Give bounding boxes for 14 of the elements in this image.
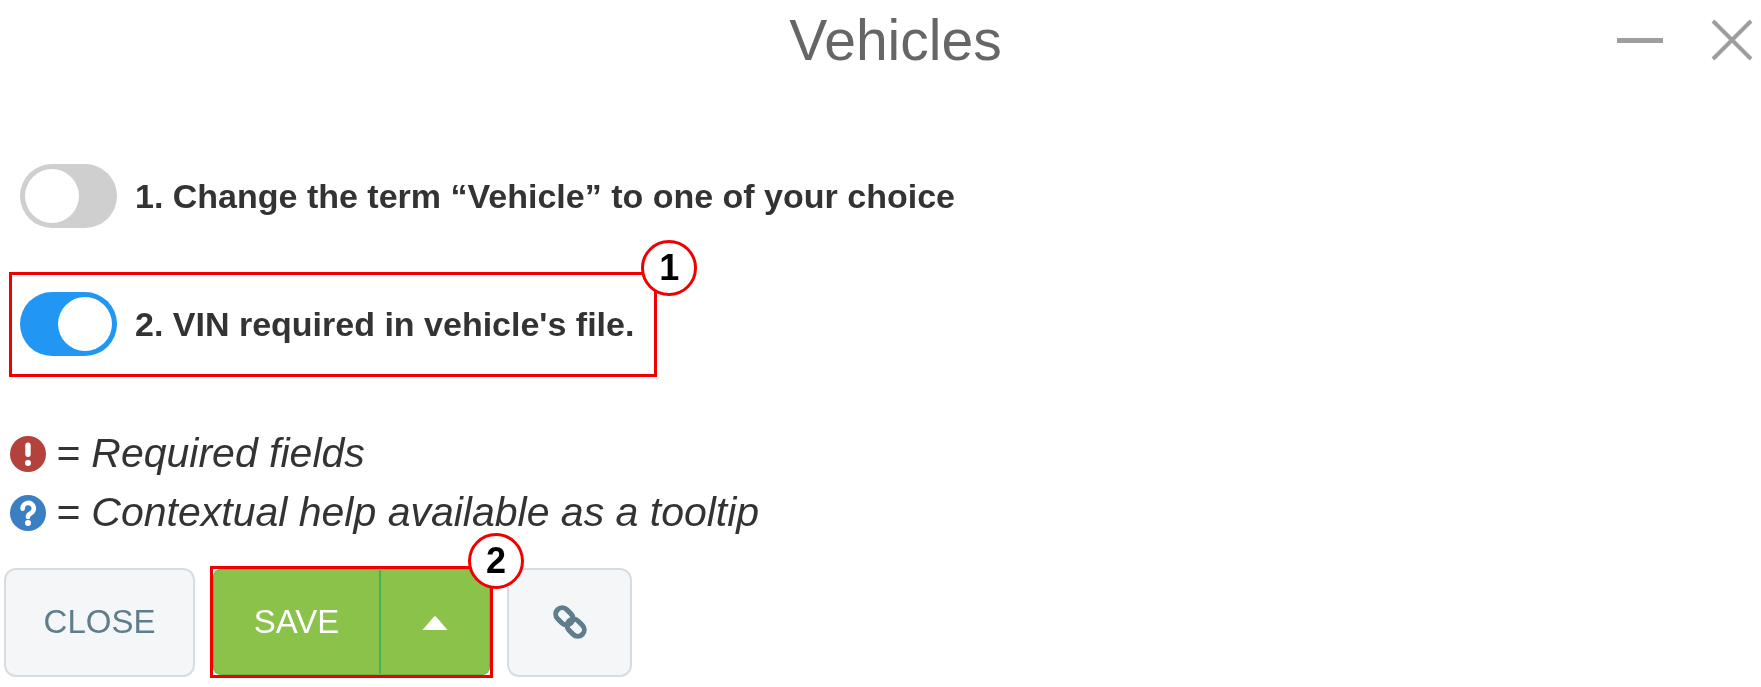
close-icon[interactable] xyxy=(1711,19,1753,61)
link-button[interactable] xyxy=(507,567,632,677)
callout-number: 1 xyxy=(641,240,698,296)
save-button[interactable]: SAVE xyxy=(213,569,381,675)
caret-up-icon xyxy=(421,614,449,630)
minimize-icon[interactable] xyxy=(1617,37,1663,43)
legend-text: = Required fields xyxy=(56,428,365,478)
exclamation-circle-icon xyxy=(10,435,46,472)
option-label: 2. VIN required in vehicle's file. xyxy=(135,303,635,345)
help-circle-icon xyxy=(10,494,46,531)
option-label: 1. Change the term “Vehicle” to one of your choice xyxy=(135,175,955,217)
close-button[interactable]: CLOSE xyxy=(4,567,195,677)
callout-number: 2 xyxy=(468,533,524,589)
window-title: Vehicles xyxy=(789,11,1002,69)
